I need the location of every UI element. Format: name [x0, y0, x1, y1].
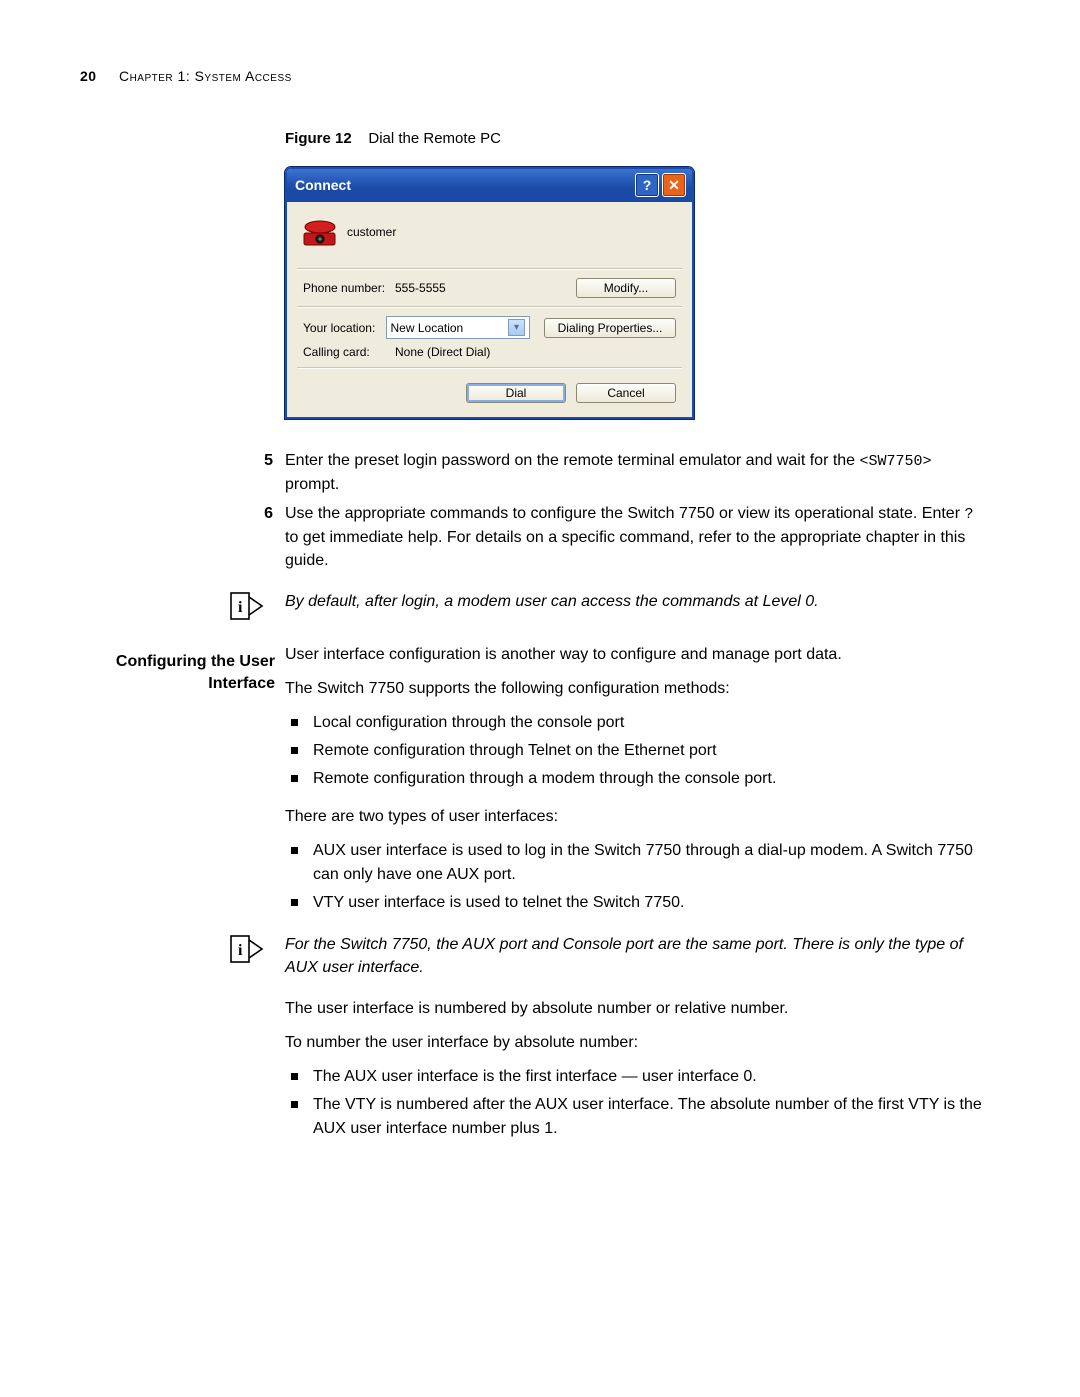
step-5: 5 Enter the preset login password on the… — [285, 449, 990, 496]
divider — [297, 367, 682, 369]
page-header: 20 Chapter 1: System Access — [80, 68, 292, 84]
connect-dialog: Connect ? ✕ — [285, 167, 694, 419]
para: User interface configuration is another … — [285, 643, 990, 667]
location-value: New Location — [391, 321, 464, 335]
list-item: Local configuration through the console … — [285, 711, 990, 735]
list-config-methods: Local configuration through the console … — [285, 711, 990, 791]
step-number: 6 — [251, 502, 273, 572]
list-item: Remote configuration through Telnet on t… — [285, 739, 990, 763]
divider — [297, 306, 682, 308]
cancel-button[interactable]: Cancel — [576, 383, 676, 403]
help-button[interactable]: ? — [635, 173, 659, 197]
dial-button[interactable]: Dial — [466, 383, 566, 403]
list-absolute-number: The AUX user interface is the first inte… — [285, 1065, 990, 1141]
para: The user interface is numbered by absolu… — [285, 997, 990, 1021]
modify-button[interactable]: Modify... — [576, 278, 676, 298]
list-item: The VTY is numbered after the AUX user i… — [285, 1093, 990, 1141]
note-text: By default, after login, a modem user ca… — [285, 590, 819, 613]
figure-label: Figure 12 — [285, 130, 352, 147]
figure-caption: Figure 12 Dial the Remote PC — [285, 130, 990, 147]
list-ui-types: AUX user interface is used to log in the… — [285, 839, 990, 915]
customer-name: customer — [347, 225, 396, 239]
step-number: 5 — [251, 449, 273, 496]
figure-title: Dial the Remote PC — [368, 130, 501, 147]
divider — [297, 268, 682, 270]
prompt-code: <SW7750> — [860, 453, 932, 470]
list-item: The AUX user interface is the first inte… — [285, 1065, 990, 1089]
info-icon: i — [230, 592, 266, 625]
help-code: ? — [964, 506, 973, 523]
calling-card-label: Calling card: — [303, 345, 395, 359]
location-select[interactable]: New Location ▾ — [386, 316, 531, 339]
chapter-label: Chapter 1: System Access — [119, 68, 292, 84]
list-item: AUX user interface is used to log in the… — [285, 839, 990, 887]
close-icon: ✕ — [668, 177, 680, 194]
page-number: 20 — [80, 68, 97, 84]
list-item: VTY user interface is used to telnet the… — [285, 891, 990, 915]
phone-icon — [303, 217, 337, 247]
para: The Switch 7750 supports the following c… — [285, 677, 990, 701]
calling-card-value: None (Direct Dial) — [395, 345, 676, 359]
info-icon: i — [230, 935, 266, 968]
dialog-title: Connect — [295, 177, 632, 193]
help-icon: ? — [643, 177, 652, 193]
close-button[interactable]: ✕ — [662, 173, 686, 197]
list-item: Remote configuration through a modem thr… — [285, 767, 990, 791]
svg-text:i: i — [238, 599, 243, 616]
phone-label: Phone number: — [303, 281, 395, 295]
note-text: For the Switch 7750, the AUX port and Co… — [285, 933, 990, 979]
dialing-properties-button[interactable]: Dialing Properties... — [544, 318, 676, 338]
location-label: Your location: — [303, 321, 386, 335]
chevron-down-icon: ▾ — [508, 319, 525, 336]
svg-text:i: i — [238, 942, 243, 959]
step-6: 6 Use the appropriate commands to config… — [285, 502, 990, 572]
para: There are two types of user interfaces: — [285, 805, 990, 829]
dialog-titlebar[interactable]: Connect ? ✕ — [287, 169, 692, 202]
para: To number the user interface by absolute… — [285, 1031, 990, 1055]
phone-value: 555-5555 — [395, 281, 576, 295]
section-title: Configuring the User Interface — [95, 651, 275, 694]
